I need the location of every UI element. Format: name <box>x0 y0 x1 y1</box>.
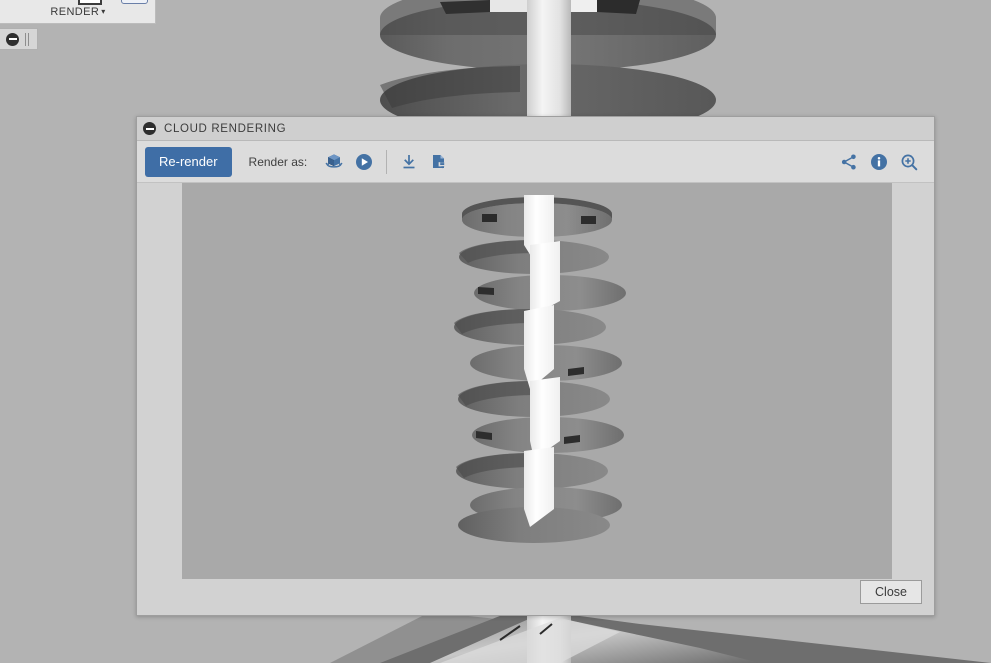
chevron-down-icon[interactable]: ▾ <box>101 7 105 16</box>
dialog-titlebar[interactable]: CLOUD RENDERING <box>137 117 934 141</box>
info-icon[interactable] <box>864 147 894 177</box>
download-icon[interactable] <box>394 147 424 177</box>
rendered-auger-model <box>182 183 892 579</box>
dialog-body <box>137 183 934 579</box>
render-as-label: Render as: <box>248 154 308 169</box>
ribbon-tab-strip: RENDER ▾ <box>0 0 156 24</box>
render-gallery-icon[interactable] <box>121 0 148 4</box>
animation-play-icon[interactable] <box>349 147 379 177</box>
circle-minus-icon[interactable] <box>6 32 19 46</box>
file-export-icon[interactable] <box>424 147 454 177</box>
re-render-button[interactable]: Re-render <box>145 146 232 177</box>
mini-toolbar-panel[interactable] <box>0 28 38 50</box>
ribbon-tab-render[interactable]: RENDER ▾ <box>0 6 156 18</box>
3d-model-icon[interactable] <box>319 147 349 177</box>
render-setup-icon[interactable] <box>78 0 102 5</box>
toolbar-separator <box>386 149 388 174</box>
dialog-title: CLOUD RENDERING <box>164 122 287 135</box>
cloud-rendering-dialog: CLOUD RENDERING Re-render Render as: Clo… <box>136 116 935 616</box>
close-button[interactable]: Close <box>860 580 922 604</box>
zoom-in-icon[interactable] <box>894 147 924 177</box>
share-icon[interactable] <box>834 147 864 177</box>
render-preview-viewport[interactable] <box>182 183 892 579</box>
ribbon-tab-label: RENDER <box>50 6 100 18</box>
application-window: RENDER ▾ CLOUD RENDERING Re-render Render… <box>0 0 991 663</box>
dialog-toolbar: Re-render Render as: <box>137 141 934 183</box>
circle-minus-icon[interactable] <box>143 122 156 135</box>
drag-handle-icon[interactable] <box>25 32 29 46</box>
